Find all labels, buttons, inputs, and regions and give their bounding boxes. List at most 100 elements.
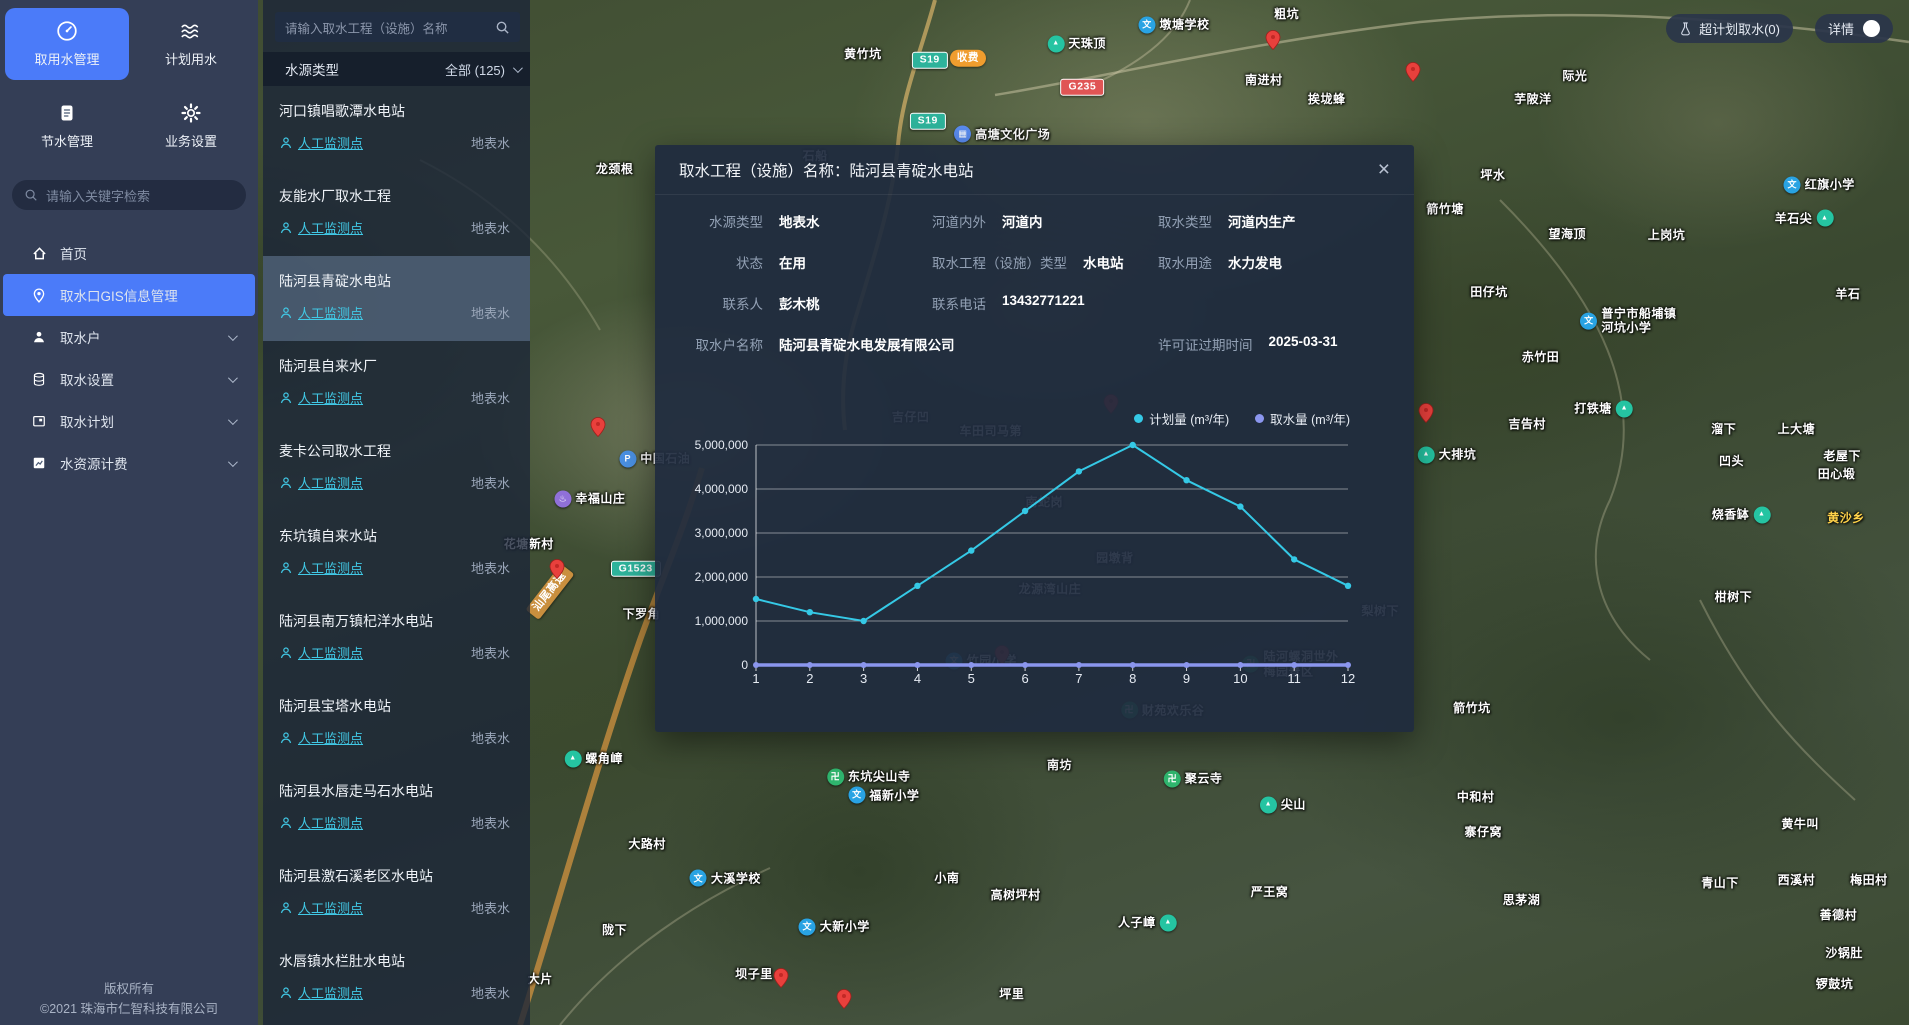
monitor-type-link[interactable]: 人工监测点 — [279, 983, 363, 1002]
app-tile-3[interactable]: 节水管理 — [5, 90, 129, 162]
sidebar-item-2[interactable]: 取水口GIS信息管理 — [3, 274, 255, 316]
mountain-marker-icon[interactable]: ▲ — [1753, 506, 1770, 523]
legend-item[interactable]: 取水量 (m³/年) — [1255, 409, 1350, 428]
station-pin-icon[interactable] — [1419, 403, 1434, 423]
culture-marker-icon[interactable]: ▦ — [954, 126, 971, 143]
water-source-filter: 水源类型 全部 (125) — [263, 52, 530, 86]
station-list-item[interactable]: 陆河县宝塔水电站人工监测点地表水 — [263, 681, 530, 766]
monitor-type-link[interactable]: 人工监测点 — [279, 728, 363, 747]
station-pin-icon[interactable] — [590, 417, 605, 437]
app-tile-4[interactable]: 业务设置 — [129, 90, 253, 162]
map-place-name: 打铁塘 — [1574, 402, 1612, 416]
resort-marker-icon[interactable]: ♨ — [554, 491, 571, 508]
field-label: 取水户名称 — [677, 334, 763, 354]
monitor-type-link[interactable]: 人工监测点 — [279, 388, 363, 407]
station-list-item[interactable]: 麦卡公司取水工程人工监测点地表水 — [263, 426, 530, 511]
search-icon[interactable] — [495, 20, 510, 35]
gas-station-marker-icon[interactable]: P — [619, 451, 636, 468]
sidebar-search-input[interactable]: 请输入关键字检索 — [12, 180, 246, 210]
mountain-marker-icon[interactable]: ▲ — [1616, 400, 1633, 417]
map-place-name: 尖山 — [1281, 797, 1306, 811]
map-place-label: ▲ 打铁塘 — [1574, 400, 1633, 417]
map-place-label: 望海顶 — [1549, 226, 1587, 240]
map-place-name: 严王窝 — [1251, 885, 1289, 899]
station-pin-icon[interactable] — [1266, 30, 1281, 50]
field-row-2: 状态在用取水工程（设施）类型水电站取水用途水力发电 — [655, 252, 1414, 293]
app-tile-1[interactable]: 取用水管理 — [5, 8, 129, 80]
school-marker-icon[interactable]: 文 — [1784, 176, 1801, 193]
station-list-item[interactable]: 水唇镇水栏肚水电站人工监测点地表水 — [263, 936, 530, 1021]
station-name: 陆河县青碇水电站 — [279, 271, 514, 291]
monitor-type-link[interactable]: 人工监测点 — [279, 643, 363, 662]
sidebar-item-5[interactable]: 取水计划 — [3, 400, 255, 442]
map-place-label: 大片 — [528, 972, 553, 986]
over-plan-button[interactable]: 超计划取水(0) — [1666, 14, 1793, 43]
person-icon — [279, 561, 293, 575]
temple-marker-icon[interactable]: 卍 — [827, 768, 844, 785]
mountain-marker-icon[interactable]: ▲ — [1160, 914, 1177, 931]
detail-toggle[interactable]: 详情 — [1815, 14, 1893, 43]
monitor-type-link[interactable]: 人工监测点 — [279, 218, 363, 237]
monitor-type-link[interactable]: 人工监测点 — [279, 473, 363, 492]
field-group: 许可证过期时间 2025-03-31 — [1158, 334, 1338, 354]
map-place-label: ▲ 螺角嶂 — [564, 750, 623, 767]
map-pin-icon — [31, 287, 47, 303]
map-place-label: 挨垅蜂 — [1308, 92, 1346, 106]
map-place-name: 羊石尖 — [1775, 211, 1813, 225]
sidebar-item-6[interactable]: 水资源计费 — [3, 442, 255, 484]
field-group: 河道内外河道内 — [932, 211, 1043, 231]
station-list-item[interactable]: 陆河县南万镇杞洋水电站人工监测点地表水 — [263, 596, 530, 681]
mountain-marker-icon[interactable]: ▲ — [564, 750, 581, 767]
station-list-item[interactable]: 河口镇唱歌潭水电站人工监测点地表水 — [263, 86, 530, 171]
water-source-label: 地表水 — [471, 388, 514, 407]
field-label: 许可证过期时间 — [1158, 334, 1253, 354]
school-marker-icon[interactable]: 文 — [690, 870, 707, 887]
station-pin-icon[interactable] — [836, 989, 851, 1009]
station-pin-icon[interactable] — [1405, 62, 1420, 82]
person-icon — [279, 391, 293, 405]
school-marker-icon[interactable]: 文 — [1139, 16, 1156, 33]
map-place-label: 坪水 — [1480, 168, 1505, 182]
station-list-item[interactable]: 陆河县自来水厂人工监测点地表水 — [263, 341, 530, 426]
sidebar-item-3[interactable]: 取水户 — [3, 316, 255, 358]
station-pin-icon[interactable] — [773, 968, 788, 988]
station-list-item[interactable]: 陆河县激石溪老区水电站人工监测点地表水 — [263, 851, 530, 936]
toggle-knob-icon[interactable] — [1863, 20, 1880, 37]
legend-item[interactable]: 计划量 (m³/年) — [1134, 409, 1229, 428]
filter-dropdown[interactable]: 全部 (125) — [445, 60, 520, 79]
map-place-name: 黄牛叫 — [1781, 817, 1819, 831]
school-marker-icon[interactable]: 文 — [799, 918, 816, 935]
monitor-type-link[interactable]: 人工监测点 — [279, 898, 363, 917]
monitor-type-link[interactable]: 人工监测点 — [279, 133, 363, 152]
map-place-name: 螺角嶂 — [585, 751, 623, 765]
sidebar-item-4[interactable]: 取水设置 — [3, 358, 255, 400]
water-source-label: 地表水 — [471, 218, 514, 237]
monitor-type-link[interactable]: 人工监测点 — [279, 558, 363, 577]
station-list-item[interactable]: 陆河县水唇走马石水电站人工监测点地表水 — [263, 766, 530, 851]
school-marker-icon[interactable]: 文 — [1580, 312, 1597, 329]
station-list-item[interactable]: 东坑镇自来水站人工监测点地表水 — [263, 511, 530, 596]
mountain-marker-icon[interactable]: ▲ — [1816, 210, 1833, 227]
mountain-marker-icon[interactable]: ▲ — [1260, 796, 1277, 813]
school-marker-icon[interactable]: 文 — [848, 787, 865, 804]
sidebar-item-label: 水资源计费 — [60, 453, 128, 473]
field-group: 取水类型河道内生产 — [1158, 211, 1296, 231]
map-place-label: 善德村 — [1820, 908, 1858, 922]
monitor-type-link[interactable]: 人工监测点 — [279, 813, 363, 832]
mountain-marker-icon[interactable]: ▲ — [1047, 36, 1064, 53]
monitor-type-label: 人工监测点 — [298, 558, 363, 577]
monitor-type-link[interactable]: 人工监测点 — [279, 303, 363, 322]
mountain-marker-icon[interactable]: ▲ — [1418, 447, 1435, 464]
app-tile-2[interactable]: 计划用水 — [129, 8, 253, 80]
station-pin-icon[interactable] — [550, 559, 565, 579]
close-icon[interactable]: × — [1378, 159, 1390, 180]
station-search-input[interactable]: 请输入取水工程（设施）名称 — [275, 12, 520, 42]
station-list-item[interactable]: 友能水厂取水工程人工监测点地表水 — [263, 171, 530, 256]
sidebar-item-1[interactable]: 首页 — [3, 232, 255, 274]
station-list-item[interactable]: 陆河县青碇水电站人工监测点地表水 — [263, 256, 530, 341]
temple-marker-icon[interactable]: 卍 — [1164, 771, 1181, 788]
field-value: 2025-03-31 — [1269, 334, 1338, 354]
map-place-label: 大路村 — [628, 836, 666, 850]
person-icon — [279, 986, 293, 1000]
map-place-label: 寨仔窝 — [1465, 825, 1503, 839]
